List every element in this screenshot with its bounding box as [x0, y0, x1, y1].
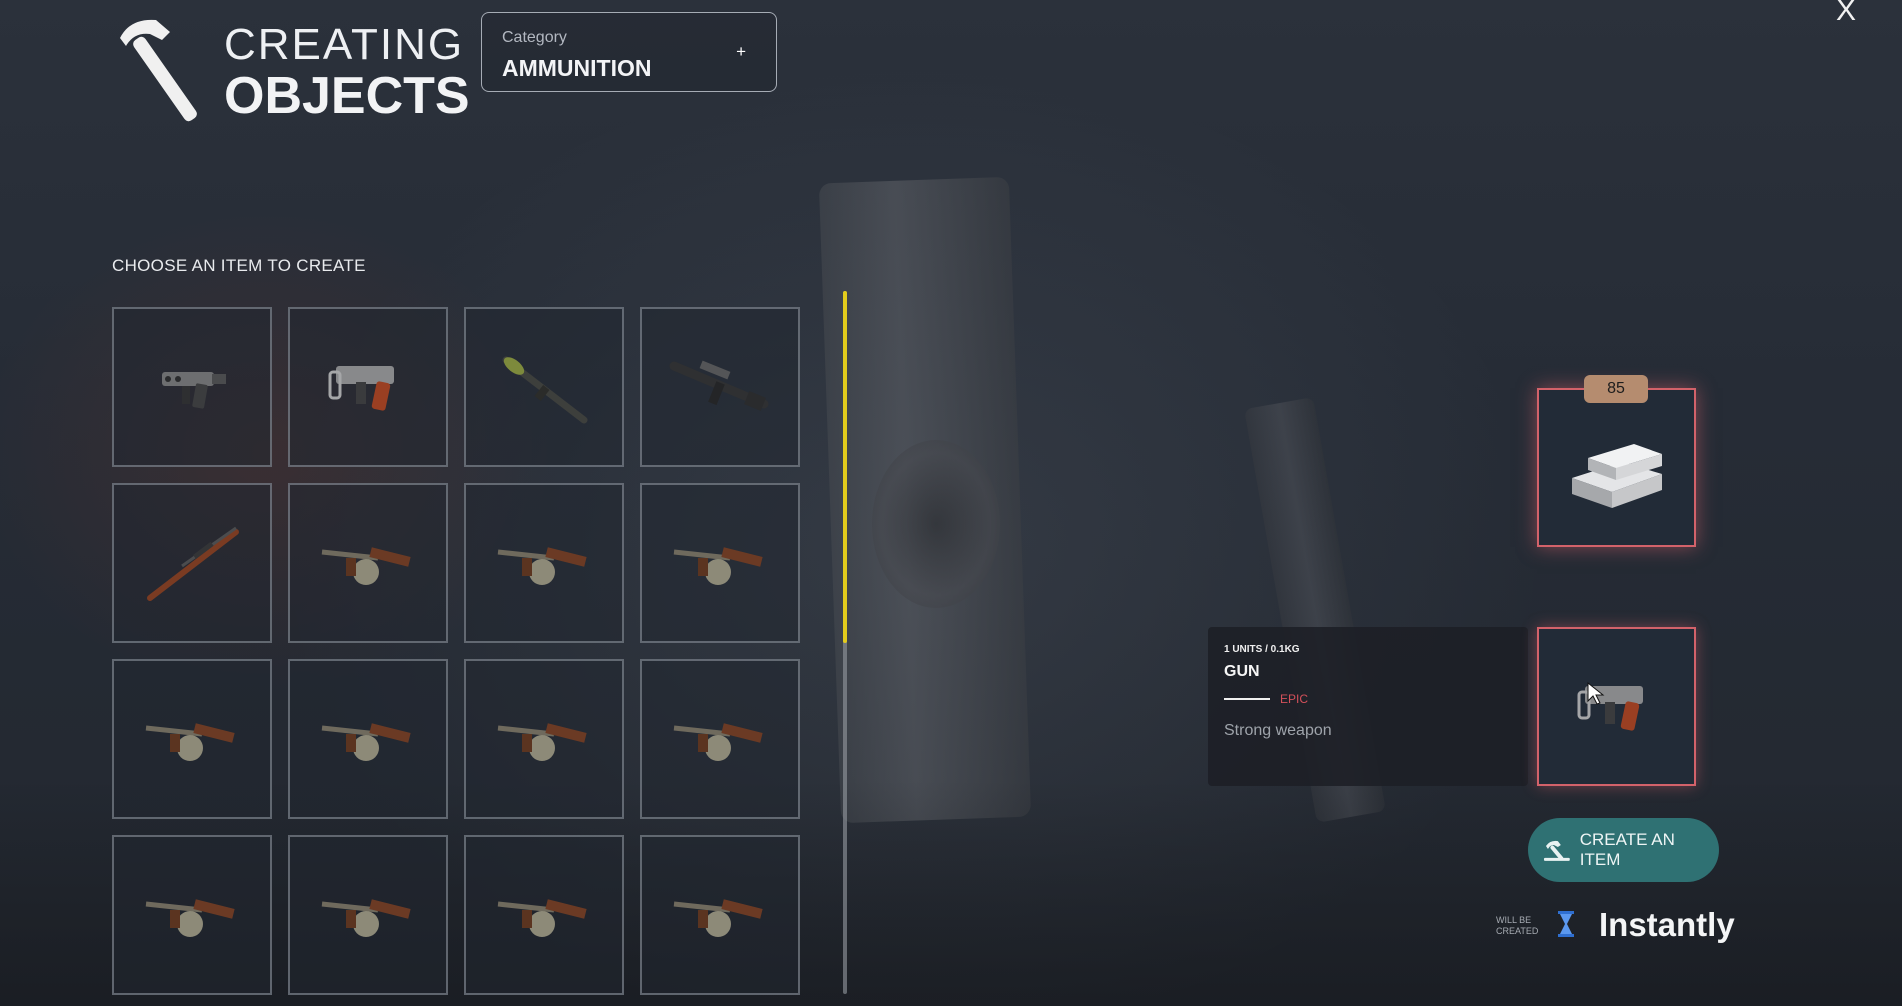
mouse-cursor-icon [1587, 682, 1605, 705]
background-hammer [818, 176, 1032, 824]
item-description: Strong weapon [1224, 722, 1332, 739]
item-rarity: EPIC [1280, 692, 1309, 706]
item-slot[interactable] [112, 835, 272, 995]
tommy-gun-icon [673, 547, 763, 585]
silver-ingots-icon [1571, 443, 1662, 508]
plus-icon: + [736, 42, 746, 61]
item-slot[interactable] [288, 307, 448, 467]
divider [1224, 698, 1270, 700]
will-be-line: WILL BE [1496, 915, 1532, 925]
tommy-gun-icon [497, 547, 587, 585]
hammer-icon [1543, 840, 1570, 861]
item-slot[interactable] [112, 483, 272, 643]
machine-pistol-icon [162, 372, 226, 409]
item-slot[interactable] [640, 835, 800, 995]
compact-smg-icon [1577, 685, 1643, 731]
result-slot[interactable] [1537, 627, 1696, 786]
creation-time-value: Instantly [1599, 906, 1735, 943]
compact-smg-icon [328, 366, 394, 411]
sniper-rifle-icon [147, 526, 239, 601]
close-button[interactable]: X [1836, 0, 1856, 28]
tommy-gun-icon [145, 899, 235, 937]
tommy-gun-icon [497, 899, 587, 937]
tommy-gun-icon [497, 723, 587, 761]
title-objects: OBJECTS [224, 67, 470, 125]
item-grid [112, 307, 800, 995]
tommy-gun-icon [673, 899, 763, 937]
item-info-card: 1 UNITS / 0.1KG GUN EPIC Strong weapon [1208, 627, 1528, 786]
item-slot[interactable] [464, 835, 624, 995]
category-dropdown[interactable]: Category AMMUNITION + [481, 12, 777, 92]
tommy-gun-icon [321, 723, 411, 761]
tommy-gun-icon [673, 723, 763, 761]
item-slot[interactable] [640, 659, 800, 819]
scrollbar-thumb[interactable] [843, 291, 847, 643]
item-slot[interactable] [640, 483, 800, 643]
item-slot[interactable] [640, 307, 800, 467]
create-item-button[interactable]: CREATE AN ITEM [1528, 818, 1719, 882]
category-label: Category [502, 29, 567, 46]
background-anvil-ring [872, 440, 1000, 608]
hammer-icon [120, 19, 197, 122]
item-slot[interactable] [112, 307, 272, 467]
create-item-label: CREATE AN ITEM [1579, 830, 1675, 869]
item-slot[interactable] [288, 835, 448, 995]
item-slot[interactable] [464, 659, 624, 819]
item-slot[interactable] [112, 659, 272, 819]
item-slot[interactable] [464, 483, 624, 643]
item-slot[interactable] [288, 483, 448, 643]
assault-rifle-icon [669, 360, 769, 411]
title-creating: CREATING [224, 20, 465, 69]
tommy-gun-icon [321, 899, 411, 937]
category-value: AMMUNITION [502, 55, 652, 81]
item-slot[interactable] [464, 307, 624, 467]
ingredient-count-badge: 85 [1584, 375, 1648, 403]
tommy-gun-icon [145, 723, 235, 761]
item-slot[interactable] [288, 659, 448, 819]
tommy-gun-icon [321, 547, 411, 585]
choose-item-heading: CHOOSE AN ITEM TO CREATE [112, 256, 366, 275]
ingredient-slot [1537, 388, 1696, 547]
item-units-weight: 1 UNITS / 0.1KG [1224, 644, 1300, 655]
hourglass-icon [1558, 911, 1574, 937]
created-line: CREATED [1496, 926, 1539, 936]
will-be-created-label: WILL BE CREATED [1496, 915, 1538, 937]
item-name: GUN [1224, 663, 1260, 680]
rpg-launcher-icon [502, 356, 588, 424]
